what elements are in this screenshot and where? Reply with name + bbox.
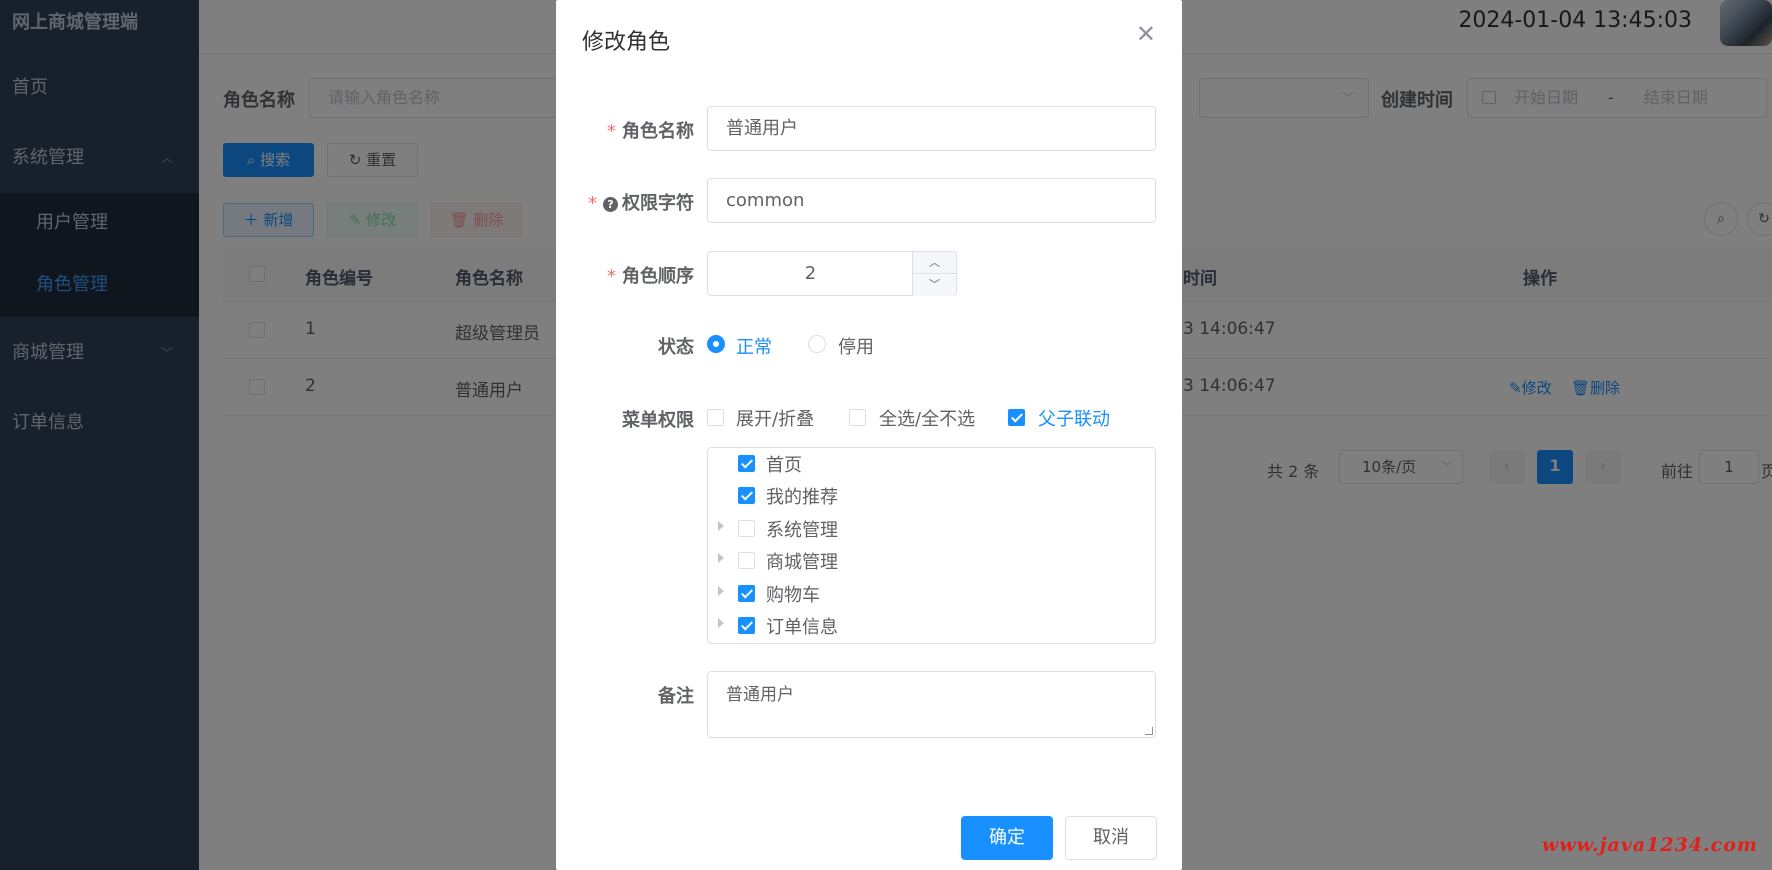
parent-child-link-label[interactable]: 父子联动 xyxy=(1038,405,1110,431)
menu-tree: 首页 我的推荐 系统管理 商城管理 购物车 订单信息 xyxy=(707,447,1156,644)
order-stepper: 2 ︿ ﹀ xyxy=(707,251,957,296)
tree-node-checkbox[interactable] xyxy=(738,617,755,634)
dialog-title: 修改角色 xyxy=(582,30,671,55)
status-radio-normal[interactable] xyxy=(707,335,725,353)
tree-node-recommend[interactable]: 我的推荐 xyxy=(708,480,1155,512)
role-name-input[interactable]: 普通用户 xyxy=(707,106,1156,151)
expand-collapse-checkbox[interactable] xyxy=(707,409,724,426)
chevron-down-icon: ﹀ xyxy=(929,278,940,291)
caret-right-icon[interactable] xyxy=(718,586,724,596)
expand-collapse-label[interactable]: 展开/折叠 xyxy=(736,405,814,431)
order-label-text: 角色顺序 xyxy=(622,266,694,287)
select-all-checkbox[interactable] xyxy=(849,409,866,426)
stepper-decrease-button[interactable]: ﹀ xyxy=(912,274,956,296)
permission-label-text: 权限字符 xyxy=(622,193,694,214)
caret-right-icon[interactable] xyxy=(718,618,724,628)
status-radio-normal-label[interactable]: 正常 xyxy=(736,333,772,359)
caret-right-icon[interactable] xyxy=(718,553,724,563)
tree-node-label: 购物车 xyxy=(766,585,820,606)
confirm-button[interactable]: 确定 xyxy=(961,816,1053,860)
order-input[interactable]: 2 xyxy=(708,252,913,295)
remark-textarea[interactable]: 普通用户 xyxy=(707,671,1156,738)
required-marker: * xyxy=(607,121,616,142)
tree-node-checkbox[interactable] xyxy=(738,520,755,537)
permission-label: *? 权限字符 xyxy=(588,189,694,215)
question-circle-icon[interactable]: ? xyxy=(603,197,618,212)
tree-node-orders[interactable]: 订单信息 xyxy=(708,610,1155,642)
tree-node-checkbox[interactable] xyxy=(738,455,755,472)
tree-node-system[interactable]: 系统管理 xyxy=(708,513,1155,545)
role-name-label-text: 角色名称 xyxy=(622,121,694,142)
tree-node-checkbox[interactable] xyxy=(738,585,755,602)
resize-handle-icon[interactable] xyxy=(1145,727,1153,735)
tree-node-home[interactable]: 首页 xyxy=(708,448,1155,480)
tree-node-label: 商城管理 xyxy=(766,552,838,573)
tree-node-label: 我的推荐 xyxy=(766,487,838,508)
tree-node-mall[interactable]: 商城管理 xyxy=(708,545,1155,577)
caret-right-icon[interactable] xyxy=(718,521,724,531)
remark-label: 备注 xyxy=(658,686,694,707)
remark-text: 普通用户 xyxy=(726,685,794,705)
required-marker: * xyxy=(588,193,597,214)
tree-node-cart[interactable]: 购物车 xyxy=(708,578,1155,610)
parent-child-link-checkbox[interactable] xyxy=(1008,409,1025,426)
menu-permission-label: 菜单权限 xyxy=(622,410,694,431)
tree-node-checkbox[interactable] xyxy=(738,552,755,569)
tree-node-label: 订单信息 xyxy=(766,617,838,638)
tree-node-label: 系统管理 xyxy=(766,520,838,541)
required-marker: * xyxy=(607,266,616,287)
site-watermark: www.java1234.com xyxy=(1541,834,1758,856)
stepper-increase-button[interactable]: ︿ xyxy=(912,252,956,274)
edit-role-dialog: 修改角色 ✕ * 角色名称 普通用户 *? 权限字符 common * 角色顺序 2 … xyxy=(556,0,1182,870)
select-all-label[interactable]: 全选/全不选 xyxy=(879,405,975,431)
chevron-up-icon: ︿ xyxy=(929,256,940,269)
status-radio-disabled-label[interactable]: 停用 xyxy=(838,333,874,359)
status-radio-disabled[interactable] xyxy=(808,335,826,353)
role-name-label: * 角色名称 xyxy=(607,117,694,143)
tree-node-label: 首页 xyxy=(766,455,802,476)
order-label: * 角色顺序 xyxy=(607,262,694,288)
tree-node-checkbox[interactable] xyxy=(738,487,755,504)
permission-input[interactable]: common xyxy=(707,178,1156,223)
close-icon[interactable]: ✕ xyxy=(1136,22,1156,46)
cancel-button[interactable]: 取消 xyxy=(1065,816,1157,860)
status-label: 状态 xyxy=(658,337,694,358)
